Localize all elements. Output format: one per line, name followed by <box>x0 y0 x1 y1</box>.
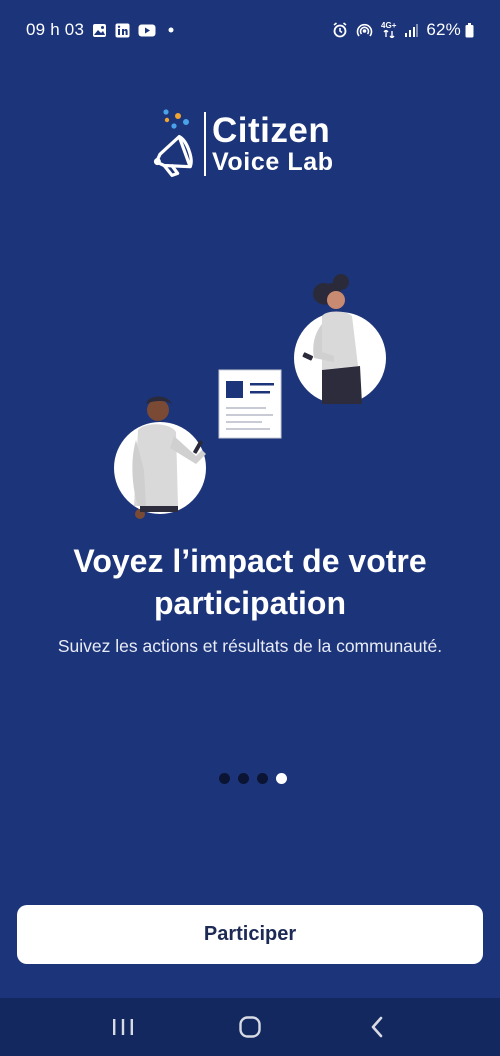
man-with-phone-figure <box>114 396 206 519</box>
document-figure <box>218 369 282 439</box>
logo-text: Citizen Voice Lab <box>212 113 334 175</box>
logo-line-2: Voice Lab <box>212 148 334 176</box>
youtube-icon <box>138 24 156 37</box>
page-dot[interactable] <box>257 773 268 784</box>
image-icon <box>92 23 107 38</box>
page-dot[interactable] <box>276 773 287 784</box>
megaphone-icon <box>146 106 202 182</box>
status-time: 09 h 03 <box>26 20 85 39</box>
system-navigation-bar <box>0 998 500 1056</box>
status-bar: 09 h 03 4G+ 62% <box>0 0 500 60</box>
onboarding-illustration <box>100 270 400 530</box>
linkedin-icon <box>115 23 130 38</box>
status-left: 09 h 03 <box>26 20 174 40</box>
home-icon[interactable] <box>220 998 280 1056</box>
page-dot[interactable] <box>238 773 249 784</box>
alarm-icon <box>332 22 348 38</box>
network-type: 4G+ <box>381 21 397 30</box>
citizen-voice-lab-logo: Citizen Voice Lab <box>146 106 356 182</box>
hotspot-icon <box>356 22 373 38</box>
woman-with-phone-figure <box>294 274 386 404</box>
network-icon: 4G+ <box>381 22 396 38</box>
battery-icon <box>465 22 474 38</box>
recent-apps-icon[interactable] <box>93 998 153 1056</box>
back-icon[interactable] <box>347 998 407 1056</box>
page-indicator <box>0 773 500 784</box>
status-right: 4G+ 62% <box>332 20 474 40</box>
signal-icon <box>404 23 419 37</box>
participate-button[interactable]: Participer <box>17 905 483 964</box>
page-dot[interactable] <box>219 773 230 784</box>
notification-dot-icon <box>168 27 174 33</box>
onboarding-subtitle: Suivez les actions et résultats de la co… <box>57 636 443 656</box>
logo-line-1: Citizen <box>212 111 331 150</box>
battery-percent: 62% <box>426 20 461 39</box>
page-indicator-dots <box>219 773 287 784</box>
logo-divider <box>204 112 206 176</box>
onboarding-title: Voyez l’impact de votre participation <box>73 543 427 621</box>
